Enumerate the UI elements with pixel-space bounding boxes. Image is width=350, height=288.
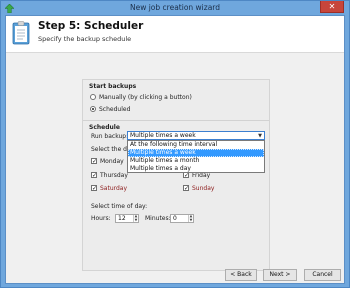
window-title: New job creation wizard	[129, 3, 221, 12]
scheduled-radio[interactable]	[90, 106, 96, 112]
monday-checkbox[interactable]: ✓	[91, 158, 97, 165]
run-backup-value: Multiple times a week	[130, 132, 196, 139]
close-button[interactable]: ✕	[320, 1, 344, 13]
cancel-button[interactable]: Cancel	[304, 269, 341, 281]
minutes-value: 0	[173, 215, 177, 222]
run-backup-label: Run backup:	[91, 133, 129, 140]
manual-radio-label: Manually (by clicking a button)	[99, 94, 192, 101]
dropdown-option[interactable]: Multiple times a month	[128, 157, 264, 165]
start-backups-group: Start backups Manually (by clicking a bu…	[83, 80, 269, 120]
chevron-down-icon[interactable]: ▼	[258, 132, 262, 140]
scheduler-panel: Start backups Manually (by clicking a bu…	[82, 79, 270, 271]
step-subtitle: Specify the backup schedule	[38, 35, 132, 43]
run-backup-select[interactable]: Multiple times a week ▼	[127, 131, 265, 140]
thursday-checkbox[interactable]: ✓	[91, 172, 97, 179]
hours-spinner[interactable]: 12 ▲ ▼	[115, 214, 139, 223]
dropdown-option[interactable]: Multiple times a day	[128, 165, 264, 173]
time-of-day-label: Select time of day:	[91, 203, 148, 210]
back-button[interactable]: < Back	[225, 269, 257, 281]
minutes-label: Minutes:	[145, 215, 171, 222]
step-title: Step 5: Scheduler	[38, 20, 144, 32]
run-backup-dropdown: At the following time interval Multiple …	[127, 140, 265, 173]
schedule-group: Schedule Run backup: Multiple times a we…	[83, 120, 269, 270]
spin-arrows-icon[interactable]: ▲ ▼	[133, 214, 138, 222]
sunday-checkbox[interactable]: ✓	[183, 185, 189, 192]
saturday-label: Saturday	[100, 185, 128, 192]
spin-arrows-icon[interactable]: ▲ ▼	[188, 214, 193, 222]
wizard-window: New job creation wizard ✕ Step 5: Schedu…	[0, 0, 350, 288]
manual-radio[interactable]	[90, 94, 96, 100]
hours-value: 12	[118, 215, 126, 222]
scheduled-radio-label: Scheduled	[99, 106, 131, 113]
dropdown-option-selected[interactable]: Multiple times a week	[128, 149, 264, 157]
clipboard-icon	[12, 21, 30, 45]
start-backups-label: Start backups	[89, 83, 137, 90]
schedule-label: Schedule	[89, 124, 120, 131]
minutes-spinner[interactable]: 0 ▲ ▼	[170, 214, 194, 223]
monday-label: Monday	[100, 158, 124, 165]
sunday-label: Sunday	[192, 185, 215, 192]
title-bar: New job creation wizard ✕	[1, 1, 349, 15]
hours-label: Hours:	[91, 215, 111, 222]
wizard-header: Step 5: Scheduler Specify the backup sch…	[6, 16, 344, 53]
thursday-label: Thursday	[100, 172, 128, 179]
friday-label: Friday	[192, 172, 211, 179]
wizard-client-area: Step 5: Scheduler Specify the backup sch…	[5, 15, 345, 284]
dropdown-option[interactable]: At the following time interval	[128, 141, 264, 149]
saturday-checkbox[interactable]: ✓	[91, 185, 97, 192]
next-button[interactable]: Next >	[263, 269, 297, 281]
